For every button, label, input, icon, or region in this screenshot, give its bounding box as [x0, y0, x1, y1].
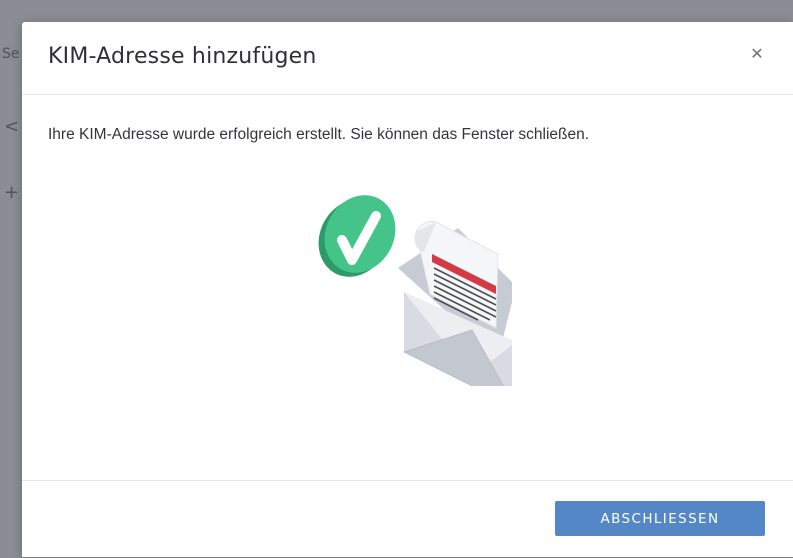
background-back-fragment: <	[4, 116, 20, 137]
close-icon[interactable]: ✕	[749, 46, 765, 62]
background-text-fragment: Se	[2, 46, 20, 62]
success-message: Ihre KIM-Adresse wurde erfolgreich erste…	[48, 126, 590, 143]
dialog-footer: ABSCHLIESSEN	[22, 480, 793, 558]
add-kim-address-dialog: KIM-Adresse hinzufügen ✕ Ihre KIM-Adress…	[22, 22, 793, 557]
check-badge-icon	[318, 195, 396, 277]
success-envelope-illustration	[318, 195, 512, 386]
dialog-header: KIM-Adresse hinzufügen ✕	[22, 22, 793, 95]
finish-button[interactable]: ABSCHLIESSEN	[555, 501, 765, 536]
background-page-fragments: Se < +	[0, 0, 22, 557]
dialog-title: KIM-Adresse hinzufügen	[48, 44, 317, 69]
background-plus-fragment: +	[4, 182, 20, 203]
